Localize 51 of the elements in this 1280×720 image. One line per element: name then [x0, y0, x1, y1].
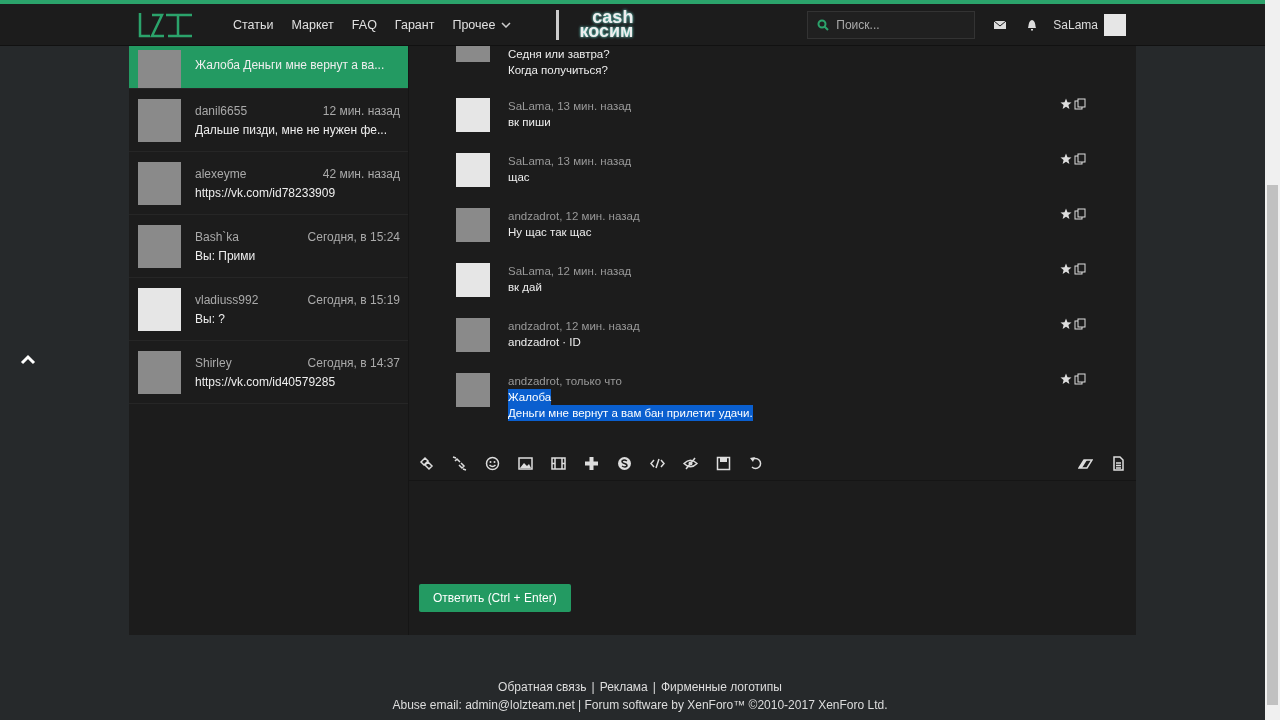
conversation-name: vladiuss992	[195, 292, 259, 307]
message-text: andzadrot · ID	[508, 335, 581, 350]
conversation-name: Bash`ka	[195, 229, 240, 244]
conversation-name: alexeyme	[195, 166, 247, 181]
selected-text: Жалоба	[508, 389, 552, 405]
conversation-item[interactable]: alexeyme 42 мин. назад https://vk.com/id78233909	[129, 152, 408, 215]
conversation-time: 42 мин. назад	[322, 166, 400, 181]
search-field[interactable]: Поиск...	[807, 10, 976, 39]
nav-link[interactable]: Статьи	[224, 17, 283, 32]
message-meta: andzadrot, 12 мин. назад	[508, 209, 641, 224]
reply-button[interactable]: Ответить (Ctrl + Enter)	[419, 584, 571, 612]
conversation-item[interactable]: vladiuss992 Сегодня, в 15:19 Вы: ?	[129, 278, 408, 341]
conversation-name: Shirley	[195, 355, 232, 370]
message-text: вк дай	[508, 280, 542, 295]
conversation-time: 12 мин. назад	[322, 103, 400, 118]
message-text: щас	[508, 170, 530, 185]
message-text: вк пиши	[508, 115, 551, 130]
message-meta: SaLama, 13 мин. назад	[508, 154, 633, 169]
footer-link[interactable]: Реклама	[599, 680, 648, 694]
conversation-preview: Вы: ?	[195, 311, 226, 326]
message-text: Когда получиться?	[508, 63, 608, 78]
conversation-item[interactable]: Shirley Сегодня, в 14:37 https://vk.com/id40579285	[129, 341, 408, 404]
footer-link[interactable]: Обратная связь	[498, 680, 587, 694]
conversation-time: Сегодня, в 14:37	[307, 355, 400, 370]
separator: |	[591, 680, 595, 694]
conversation-preview: Вы: Прими	[195, 248, 257, 263]
message-meta: andzadrot, 12 мин. назад	[508, 319, 641, 334]
conversation-preview: https://vk.com/id40579285	[195, 374, 337, 389]
footer-link[interactable]: Фирменные логотипы	[660, 680, 782, 694]
message-meta: SaLama, 13 мин. назад	[508, 99, 633, 114]
nav-link[interactable]: FAQ	[342, 17, 386, 32]
message-text: Седня или завтра?	[508, 47, 610, 62]
conversation-time: Сегодня, в 15:19	[307, 292, 400, 307]
conversation-time: Сегодня, в 15:24	[307, 229, 400, 244]
message-meta: andzadrot, только что	[508, 374, 623, 389]
nav-link[interactable]: Гарант	[385, 17, 444, 32]
username[interactable]: SaLama	[1053, 17, 1098, 32]
banner-logo[interactable]: cash косим	[556, 9, 634, 40]
nav-link[interactable]: Маркет	[282, 17, 343, 32]
separator: |	[652, 680, 656, 694]
nav-link[interactable]: Прочее	[443, 17, 521, 32]
message-meta: SaLama, 12 мин. назад	[508, 264, 633, 279]
footer-credits: Abuse email: admin@lolzteam.net | Forum software by XenForo™ ©2010-2017 XenForo Ltd.	[392, 698, 888, 712]
selected-text: Деньги мне вернут а вам бан прилетит удачи.	[508, 405, 753, 421]
conversation-preview: Дальше пизди, мне не нужен фе...	[195, 122, 388, 137]
conversation-item[interactable]: Bash`ka Сегодня, в 15:24 Вы: Прими	[129, 215, 408, 278]
conversation-item[interactable]: danil6655 12 мин. назад Дальше пизди, мне не нужен фе...	[129, 89, 408, 152]
conversation-preview: https://vk.com/id78233909	[195, 185, 337, 200]
conversation-preview: Жалоба Деньги мне вернут а ва...	[195, 58, 386, 72]
message-text: Ну щас так щас	[508, 225, 592, 240]
conversation-name: danil6655	[195, 103, 248, 118]
